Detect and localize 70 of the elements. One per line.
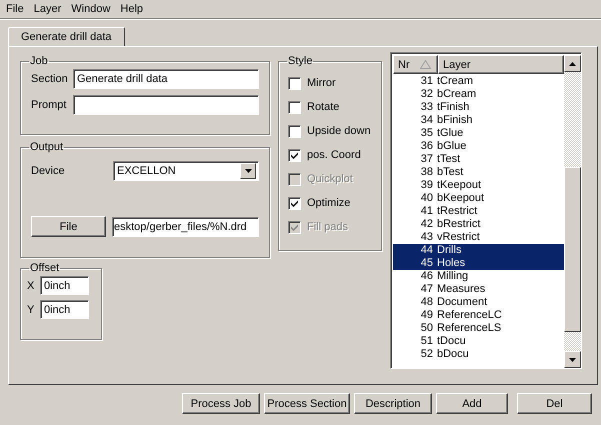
layer-row[interactable]: 51 tDocu: [393, 335, 564, 348]
layer-row[interactable]: 43 vRestrict: [393, 231, 564, 244]
column-header[interactable]: Layer: [438, 55, 564, 74]
checkbox-label: Rotate: [307, 101, 340, 113]
checkbox-label: Fill pads: [307, 221, 348, 233]
group-title: Output: [29, 141, 64, 153]
field-label: Prompt: [31, 99, 68, 111]
checkbox-label: pos. Coord: [307, 149, 361, 161]
checkbox-label: Mirror: [307, 77, 336, 89]
checkbox[interactable]: [288, 100, 301, 114]
checkbox[interactable]: [288, 76, 301, 90]
group-title: Style: [287, 55, 314, 67]
layer-row[interactable]: 32 bCream: [393, 88, 564, 101]
down-arrow-icon: [244, 169, 252, 173]
layer-row[interactable]: 40 bKeepout: [393, 192, 564, 205]
checkbox[interactable]: [288, 148, 301, 162]
checkbox-label: Optimize: [307, 197, 350, 209]
field-label: Device: [31, 165, 66, 177]
menu-item[interactable]: Layer: [30, 0, 68, 18]
layer-row[interactable]: 46 Milling: [393, 270, 564, 283]
offset-field[interactable]: 0inch: [40, 300, 89, 319]
up-arrow-icon: [569, 62, 576, 66]
down-arrow-icon: [569, 358, 576, 362]
layer-row[interactable]: 45 Holes: [393, 257, 564, 270]
layer-row[interactable]: 42 bRestrict: [393, 218, 564, 231]
checkmark-icon: [291, 200, 298, 206]
group-title: Offset: [29, 262, 60, 274]
menu-item[interactable]: Window: [67, 0, 116, 18]
action-button[interactable]: Description: [354, 393, 432, 414]
layer-row[interactable]: 33 tFinish: [393, 101, 564, 114]
field-label: X: [27, 280, 36, 292]
menu-item[interactable]: Help: [116, 0, 150, 18]
layer-row[interactable]: 36 bGlue: [393, 140, 564, 153]
action-button[interactable]: Process Job: [182, 393, 260, 414]
layer-row[interactable]: 34 bFinish: [393, 114, 564, 127]
prompt-field[interactable]: [73, 95, 259, 115]
layer-row[interactable]: 47 Measures: [393, 283, 564, 296]
layer-row[interactable]: 50 ReferenceLS: [393, 322, 564, 335]
layer-row[interactable]: 39 tKeepout: [393, 179, 564, 192]
action-button[interactable]: Add: [436, 393, 508, 414]
file-button[interactable]: File: [31, 216, 106, 237]
checkbox[interactable]: [288, 124, 301, 138]
layer-row[interactable]: 35 tGlue: [393, 127, 564, 140]
layer-row[interactable]: 49 ReferenceLC: [393, 309, 564, 322]
layer-row[interactable]: 41 tRestrict: [393, 205, 564, 218]
device-dropdown[interactable]: EXCELLON: [113, 161, 259, 181]
action-button[interactable]: Del: [517, 393, 592, 414]
layer-row[interactable]: 44 Drills: [393, 244, 564, 257]
layer-row[interactable]: 31 tCream: [393, 75, 564, 88]
layer-row[interactable]: 52 bDocu: [393, 348, 564, 361]
tab[interactable]: Generate drill data: [8, 27, 124, 46]
checkbox-label: Quickplot: [307, 173, 353, 185]
checkbox[interactable]: [288, 196, 301, 210]
scrollbar[interactable]: [564, 55, 581, 368]
offset-field[interactable]: 0inch: [40, 276, 89, 295]
layer-row[interactable]: 38 bTest: [393, 166, 564, 179]
field-label: Y: [27, 304, 36, 316]
checkmark-icon: [291, 224, 298, 230]
column-header[interactable]: Nr: [393, 55, 438, 74]
section-field[interactable]: Generate drill data: [73, 69, 259, 89]
group-title: Job: [29, 55, 49, 67]
layer-row[interactable]: 48 Document: [393, 296, 564, 309]
menu-item[interactable]: File: [2, 0, 30, 18]
file-path-field[interactable]: esktop/gerber_files/%N.drd: [112, 216, 259, 236]
field-label: Section: [31, 73, 69, 85]
layer-row[interactable]: 37 tTest: [393, 153, 564, 166]
checkmark-icon: [291, 152, 298, 158]
sort-triangle-icon: [420, 60, 431, 69]
action-button[interactable]: Process Section: [264, 393, 350, 414]
checkbox-label: Upside down: [307, 125, 371, 137]
